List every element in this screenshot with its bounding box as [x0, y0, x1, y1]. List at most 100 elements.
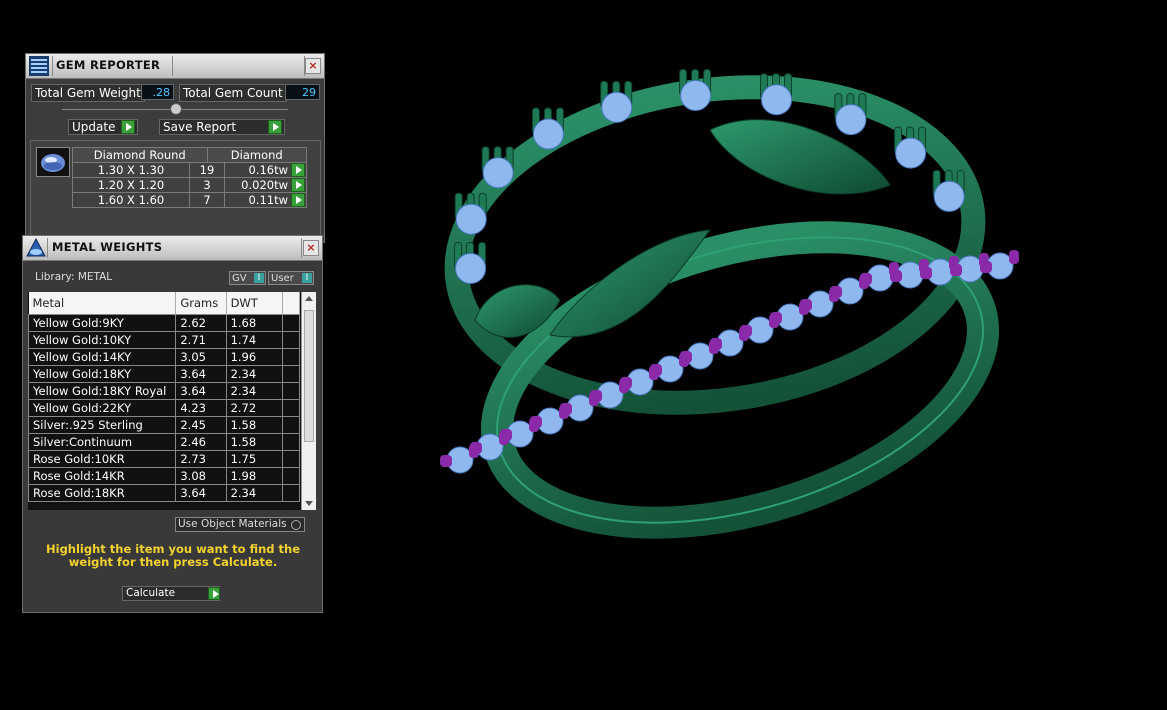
metal-grams: 3.64	[175, 382, 227, 400]
metal-table-scrollbar[interactable]	[301, 292, 316, 510]
prong-shape	[620, 377, 632, 389]
gem-shape	[455, 203, 487, 235]
metal-dwt: 1.74	[225, 331, 283, 349]
gem-row[interactable]: 1.30 X 1.30 19 0.16tw	[72, 162, 307, 178]
metal-grams: 2.71	[175, 331, 227, 349]
prong-shape	[770, 312, 782, 324]
prong-shape	[890, 270, 902, 282]
prong-shape	[830, 286, 842, 298]
total-gem-count-value: 29	[285, 84, 320, 100]
metal-row[interactable]: Silver:.925 Sterling 2.45 1.58	[28, 416, 301, 434]
metal-weights-title: METAL WEIGHTS	[52, 240, 163, 254]
divider-slider-knob-icon[interactable]	[170, 103, 182, 115]
prong-shape	[560, 403, 572, 415]
metal-dwt: 1.68	[225, 314, 283, 332]
metal-dwt: 1.58	[225, 416, 283, 434]
leaf-shape	[549, 229, 712, 338]
metal-dwt: 1.75	[225, 450, 283, 468]
gem-row[interactable]: 1.20 X 1.20 3 0.020tw	[72, 177, 307, 193]
dwt-col-header[interactable]: DWT	[226, 292, 283, 315]
metal-table-header: Metal Grams DWT	[28, 292, 301, 315]
gem-count: 19	[189, 162, 225, 178]
user-toggle-label: User	[271, 273, 294, 284]
metal-weights-logo-icon	[26, 237, 46, 258]
prong-shape	[980, 261, 992, 273]
gem-shape	[455, 252, 487, 284]
gem-reporter-titlebar[interactable]: GEM REPORTER ×	[26, 54, 324, 79]
metal-weights-close-icon[interactable]: ×	[303, 240, 319, 256]
update-go-icon[interactable]	[121, 120, 135, 134]
gem-count: 3	[189, 177, 225, 193]
metal-name: Yellow Gold:14KY	[28, 348, 177, 366]
gem-row[interactable]: 1.60 X 1.60 7 0.11tw	[72, 192, 307, 208]
metal-grams: 2.45	[175, 416, 227, 434]
gem-row-go-icon[interactable]	[291, 193, 305, 207]
metal-table-viewport[interactable]: Metal Grams DWT Yellow Gold:9KY 2.62 1.68 Y…	[28, 292, 316, 510]
calculate-go-icon[interactable]	[208, 587, 220, 600]
metal-row[interactable]: Yellow Gold:10KY 2.71 1.74	[28, 331, 301, 349]
gem-weight: 0.11tw	[224, 192, 307, 208]
metal-row[interactable]: Yellow Gold:18KY Royal 3.64 2.34	[28, 382, 301, 400]
ring-3d-viewport[interactable]	[380, 20, 1080, 580]
metal-grams: 3.05	[175, 348, 227, 366]
gem-shape	[532, 118, 564, 150]
metal-name: Silver:Continuum	[28, 433, 177, 451]
metal-name: Rose Gold:14KR	[28, 467, 177, 485]
gem-shape	[835, 104, 867, 136]
instruction-text: Highlight the item you want to find the …	[46, 542, 300, 569]
gem-size: 1.30 X 1.30	[72, 162, 190, 178]
scroll-thumb[interactable]	[304, 310, 314, 442]
gem-reporter-close-icon[interactable]: ×	[305, 58, 321, 74]
metal-weights-titlebar[interactable]: METAL WEIGHTS ×	[23, 236, 322, 261]
metal-col-header[interactable]: Metal	[28, 292, 177, 315]
metal-row[interactable]: Yellow Gold:9KY 2.62 1.68	[28, 314, 301, 332]
metal-grams: 2.46	[175, 433, 227, 451]
radio-icon	[291, 520, 301, 530]
metal-name: Yellow Gold:18KY Royal	[28, 382, 177, 400]
gem-row-go-icon[interactable]	[291, 163, 305, 177]
user-info-icon: I	[302, 273, 312, 283]
prong-shape	[860, 273, 872, 285]
metal-dwt: 1.58	[225, 433, 283, 451]
gem-row-go-icon[interactable]	[291, 178, 305, 192]
metal-name: Yellow Gold:10KY	[28, 331, 177, 349]
save-report-go-icon[interactable]	[268, 120, 282, 134]
metal-row[interactable]: Yellow Gold:22KY 4.23 2.72	[28, 399, 301, 417]
update-button-label: Update	[72, 120, 116, 134]
metal-row[interactable]: Rose Gold:18KR 3.64 2.34	[28, 484, 301, 502]
metal-row[interactable]: Rose Gold:14KR 3.08 1.98	[28, 467, 301, 485]
metal-name: Yellow Gold:9KY	[28, 314, 177, 332]
prong-shape	[740, 325, 752, 337]
metal-row[interactable]: Silver:Continuum 2.46 1.58	[28, 433, 301, 451]
metal-row[interactable]: Yellow Gold:14KY 3.05 1.96	[28, 348, 301, 366]
calculate-button[interactable]: Calculate	[122, 586, 220, 601]
scroll-down-icon[interactable]	[305, 501, 313, 506]
metal-dwt: 1.98	[225, 467, 283, 485]
prong-shape	[590, 390, 602, 402]
gem-table-header-stone: Diamond	[206, 147, 307, 163]
gem-shape	[680, 79, 712, 111]
metal-grams: 3.64	[175, 365, 227, 383]
metal-dwt: 2.34	[225, 484, 283, 502]
scroll-up-icon[interactable]	[305, 296, 313, 301]
gem-reporter-panel: GEM REPORTER × Total Gem Weight .28 Tota…	[25, 53, 325, 243]
gem-table-frame: Diamond Round Diamond 1.30 X 1.30 19 0.1…	[30, 140, 321, 238]
gv-toggle[interactable]: GV I	[229, 271, 266, 285]
metal-grams: 2.73	[175, 450, 227, 468]
gem-size: 1.60 X 1.60	[72, 192, 190, 208]
gem-shape	[482, 157, 514, 189]
save-report-button[interactable]: Save Report	[159, 119, 285, 135]
metal-row[interactable]: Yellow Gold:18KY 3.64 2.34	[28, 365, 301, 383]
metal-dwt: 1.96	[225, 348, 283, 366]
user-toggle[interactable]: User I	[268, 271, 314, 285]
grams-col-header[interactable]: Grams	[175, 292, 227, 315]
prong-shape	[500, 429, 512, 441]
metal-row[interactable]: Rose Gold:10KR 2.73 1.75	[28, 450, 301, 468]
gem-shape	[933, 180, 965, 212]
metal-dwt: 2.72	[225, 399, 283, 417]
prong-shape	[440, 455, 452, 467]
gem-count: 7	[189, 192, 225, 208]
use-object-materials-toggle[interactable]: Use Object Materials	[175, 517, 305, 532]
metal-grams: 3.64	[175, 484, 227, 502]
gem-size: 1.20 X 1.20	[72, 177, 190, 193]
